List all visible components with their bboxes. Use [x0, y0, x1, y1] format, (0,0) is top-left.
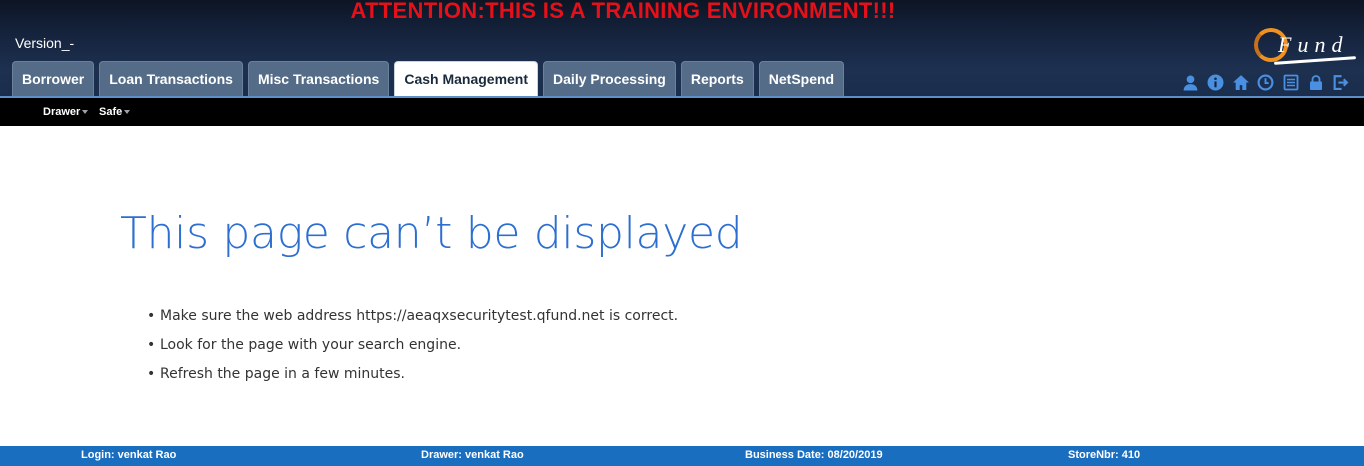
drawer-menu[interactable]: Drawer [43, 106, 89, 118]
chevron-down-icon [124, 110, 131, 115]
tab-cash-management[interactable]: Cash Management [394, 61, 539, 97]
error-title: This page can’t be displayed [120, 208, 743, 259]
safe-menu-label: Safe [99, 106, 123, 118]
footer-store-number: StoreNbr: 410 [1068, 449, 1141, 461]
logo-text: Fund [1278, 32, 1349, 57]
qfund-logo: Fund [1254, 26, 1358, 72]
footer-drawer: Drawer: venkat Rao [421, 449, 524, 461]
tab-misc-transactions[interactable]: Misc Transactions [247, 61, 390, 97]
app-header: ATTENTION:THIS IS A TRAINING ENVIRONMENT… [0, 0, 1364, 98]
clock-icon[interactable] [1256, 73, 1275, 92]
tab-reports[interactable]: Reports [680, 61, 754, 97]
toolbar-icons [1181, 73, 1350, 92]
tip-text: Make sure the web address https://aeaqxs… [160, 308, 679, 324]
bullet-icon: • [147, 337, 156, 353]
home-icon[interactable] [1231, 73, 1250, 92]
footer-business-date: Business Date: 08/20/2019 [745, 449, 883, 461]
user-icon[interactable] [1181, 73, 1200, 92]
tab-loan-transactions[interactable]: Loan Transactions [99, 61, 243, 97]
status-footer: Login: venkat Rao Drawer: venkat Rao Bus… [0, 446, 1364, 466]
footer-login: Login: venkat Rao [81, 449, 177, 461]
bullet-icon: • [147, 366, 156, 382]
safe-menu[interactable]: Safe [99, 106, 131, 118]
list-item: • Look for the page with your search engi… [147, 334, 678, 363]
info-icon[interactable] [1206, 73, 1225, 92]
tip-text: Refresh the page in a few minutes. [160, 366, 405, 382]
list-item: • Make sure the web address https://aeaqx… [147, 305, 678, 334]
tab-borrower[interactable]: Borrower [12, 61, 95, 97]
training-banner: ATTENTION:THIS IS A TRAINING ENVIRONMENT… [350, 0, 896, 23]
bullet-icon: • [147, 308, 156, 324]
sub-navigation: Drawer Safe [0, 98, 1364, 126]
tab-daily-processing[interactable]: Daily Processing [543, 61, 676, 97]
tab-netspend[interactable]: NetSpend [758, 61, 845, 97]
tip-text: Look for the page with your search engin… [160, 337, 462, 353]
notes-icon[interactable] [1281, 73, 1300, 92]
lock-icon[interactable] [1306, 73, 1325, 92]
chevron-down-icon [82, 110, 89, 115]
drawer-menu-label: Drawer [43, 106, 81, 118]
main-tabs: Borrower Loan Transactions Misc Transact… [12, 61, 845, 97]
logout-icon[interactable] [1331, 73, 1350, 92]
list-item: • Refresh the page in a few minutes. [147, 363, 678, 392]
error-tips-list: • Make sure the web address https://aeaqx… [147, 305, 678, 392]
version-label: Version_- [15, 35, 75, 51]
